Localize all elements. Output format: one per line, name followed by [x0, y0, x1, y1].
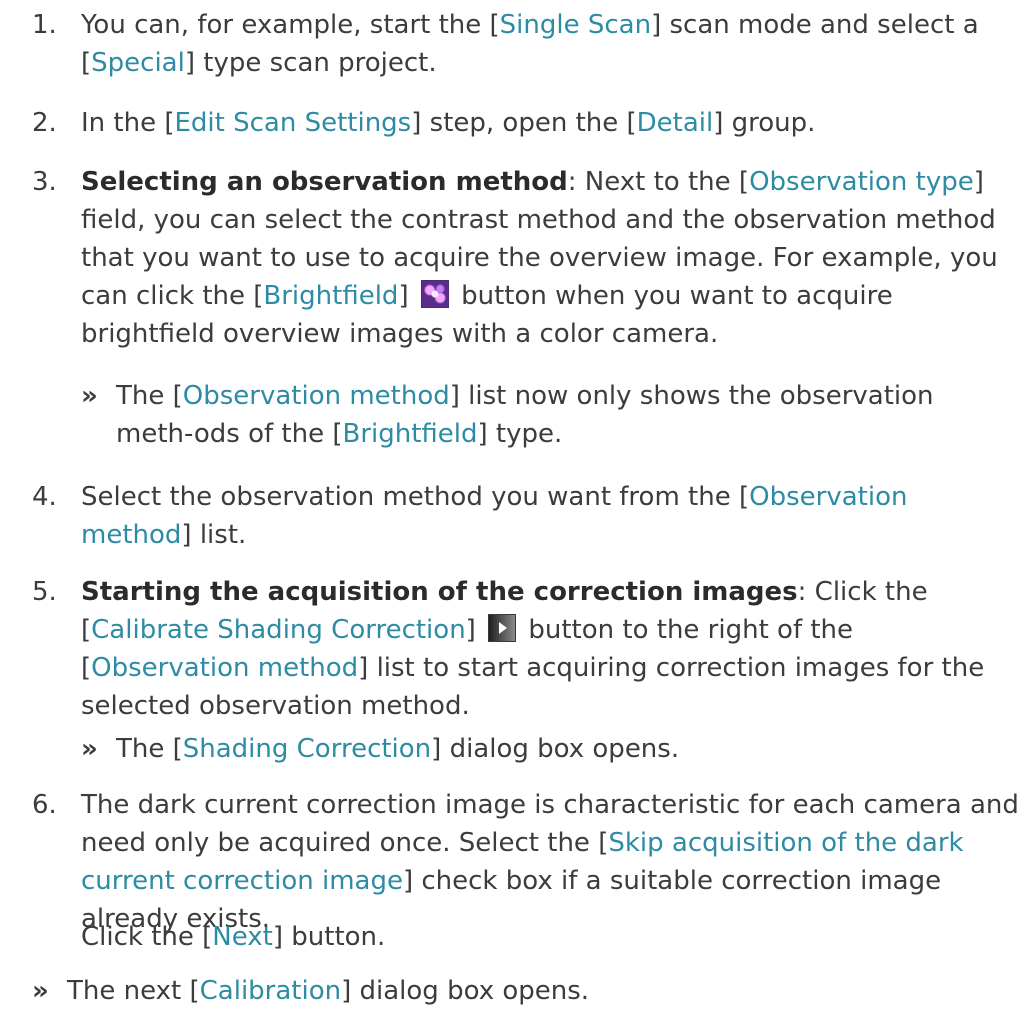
step-text: Starting the acquisition of the correcti…	[81, 573, 1022, 725]
text-segment: ] dialog box opens.	[431, 734, 680, 764]
ui-reference-label: Special	[91, 48, 185, 78]
ui-reference-label: Shading Correction	[182, 734, 432, 764]
result-marker: »	[81, 734, 98, 764]
shading-correction-icon	[488, 614, 517, 642]
result-marker: »	[81, 381, 98, 411]
step-5: 5. Starting the acquisition of the corre…	[32, 573, 1022, 725]
ui-reference-label: Calibrate Shading Correction	[91, 615, 466, 645]
step-number: 3.	[32, 167, 57, 197]
ui-reference-label: Detail	[636, 108, 714, 138]
result-marker: »	[32, 976, 49, 1006]
step-heading: Selecting an observation method	[81, 167, 568, 197]
text-segment: ] list.	[181, 520, 247, 550]
text-segment: : Next to the [	[567, 167, 750, 197]
text-segment: The [	[116, 381, 183, 411]
step-number: 2.	[32, 108, 57, 138]
text-segment: ] type scan project.	[184, 48, 437, 78]
text-segment: Click the [	[81, 922, 213, 952]
text-segment: ] step, open the [	[411, 108, 637, 138]
step-text: In the [Edit Scan Settings] step, open t…	[81, 104, 1022, 142]
text-segment: You can, for example, start the [	[81, 10, 500, 40]
result-text: The [Observation method] list now only s…	[116, 377, 1011, 453]
step-number: 5.	[32, 577, 57, 607]
text-segment: ] dialog box opens.	[341, 976, 590, 1006]
step-2: 2. In the [Edit Scan Settings] step, ope…	[32, 104, 1022, 142]
step-text: Click the [Next] button.	[81, 918, 1022, 956]
text-segment: The next [	[67, 976, 200, 1006]
text-segment: ]	[465, 615, 485, 645]
step-text: The dark current correction image is cha…	[81, 786, 1022, 938]
ui-reference-label: Observation method	[91, 653, 359, 683]
result-text: The next [Calibration] dialog box opens.	[67, 972, 1022, 1010]
text-segment: ]	[398, 281, 417, 311]
step-3: 3. Selecting an observation method: Next…	[32, 163, 1022, 353]
ui-reference-label: Next	[212, 922, 273, 952]
step-1: 1. You can, for example, start the [Sing…	[32, 6, 1022, 82]
step-number: 6.	[32, 790, 57, 820]
step-text: Selecting an observation method: Next to…	[81, 163, 1022, 353]
ui-reference-label: Calibration	[199, 976, 342, 1006]
ui-reference-label: Brightfield	[342, 419, 478, 449]
step-6: 6. The dark current correction image is …	[32, 786, 1022, 938]
step-number: 1.	[32, 10, 57, 40]
text-segment: ] button.	[272, 922, 386, 952]
result-text: The [Shading Correction] dialog box open…	[116, 730, 1011, 768]
text-segment: In the [	[81, 108, 175, 138]
text-segment: ] type.	[477, 419, 563, 449]
ui-reference-label: Brightfield	[263, 281, 399, 311]
step-text: Select the observation method you want f…	[81, 478, 1022, 554]
step-number: 4.	[32, 482, 57, 512]
ui-reference-label: Single Scan	[499, 10, 652, 40]
step-4: 4. Select the observation method you wan…	[32, 478, 1022, 554]
step-text: You can, for example, start the [Single …	[81, 6, 1022, 82]
ui-reference-label: Observation method	[182, 381, 450, 411]
ui-reference-label: Observation type	[749, 167, 974, 197]
text-segment: The [	[116, 734, 183, 764]
text-segment: Select the observation method you want f…	[81, 482, 750, 512]
result-observation-methods: » The [Observation method] list now only…	[81, 377, 1011, 453]
ui-reference-label: Edit Scan Settings	[174, 108, 412, 138]
result-calibration-dialog: » The next [Calibration] dialog box open…	[32, 972, 1022, 1010]
instruction-document: 1. You can, for example, start the [Sing…	[0, 0, 1035, 1011]
text-segment: ] group.	[713, 108, 816, 138]
step-heading: Starting the acquisition of the correcti…	[81, 577, 798, 607]
result-shading-dialog: » The [Shading Correction] dialog box op…	[81, 730, 1011, 768]
step-6-next: Click the [Next] button.	[32, 918, 1022, 956]
brightfield-icon	[420, 280, 449, 308]
